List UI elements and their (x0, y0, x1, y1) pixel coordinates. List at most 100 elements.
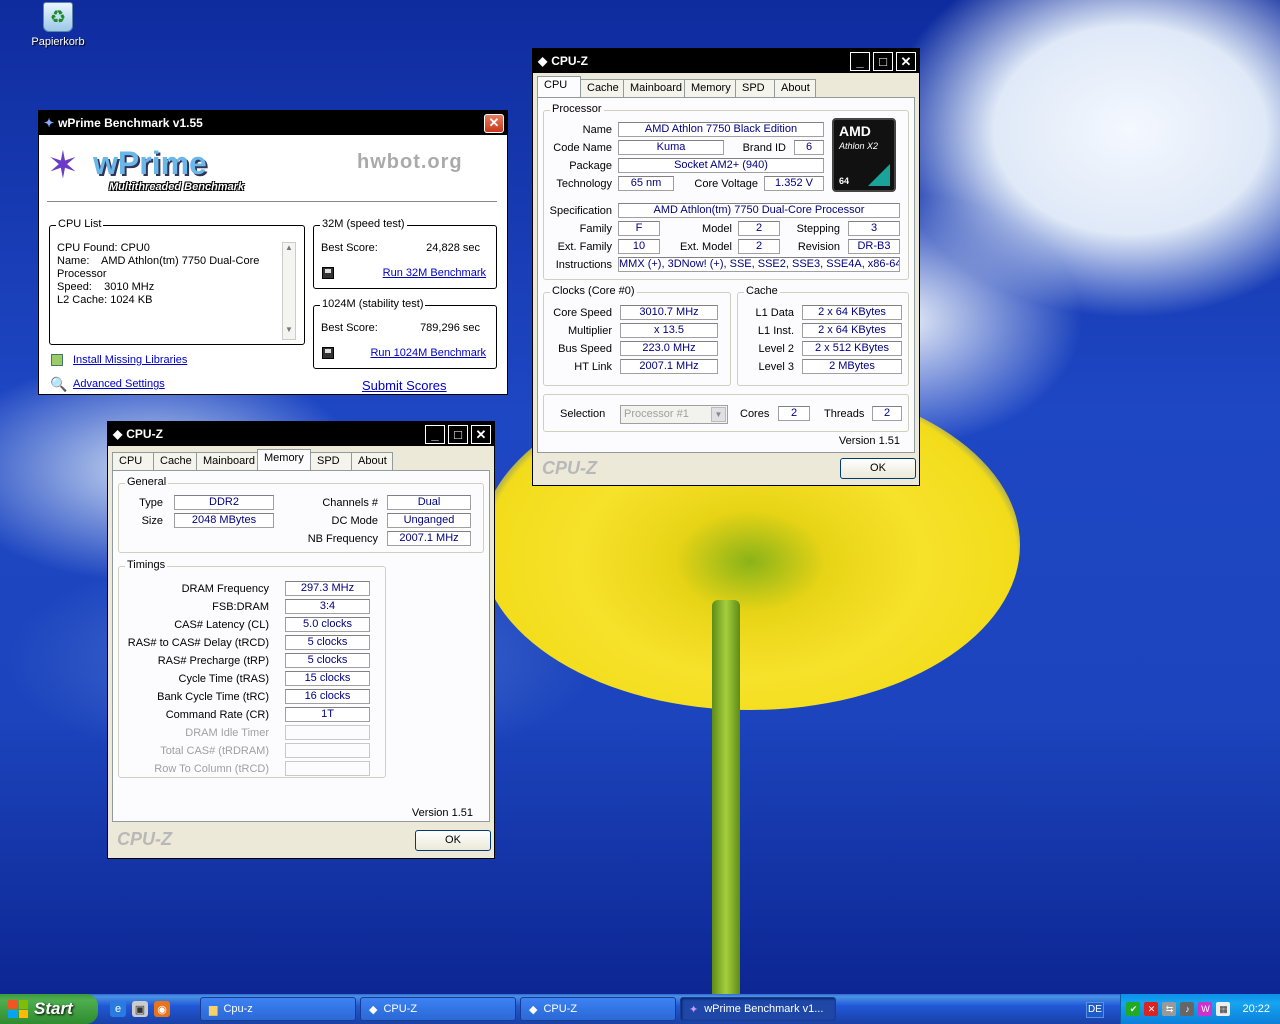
cpu-specification: AMD Athlon(tm) 7750 Dual-Core Processor (618, 203, 900, 218)
tray-network-icon[interactable]: ⇆ (1162, 1002, 1177, 1016)
settings-key-icon: 🔍 (50, 376, 68, 392)
cache-value: 2 x 64 KBytes (802, 323, 902, 338)
run-1024m-button[interactable]: Run 1024M Benchmark (370, 347, 486, 359)
task-cpu-z-2[interactable]: ◆ CPU-Z (520, 997, 676, 1021)
selection-group: Selection Processor #1 ▼ Cores 2 Threads… (543, 394, 909, 432)
timing-value: 297.3 MHz (285, 581, 370, 596)
cpuz-memory-titlebar[interactable]: ◆ CPU-Z _ □ ✕ (108, 422, 494, 446)
wprime-title: wPrime Benchmark v1.55 (58, 116, 203, 130)
desktop-icon-recycle-bin[interactable]: ♻ Papierkorb (26, 2, 90, 48)
hwbot-logo[interactable]: hwbot.org (357, 151, 463, 174)
language-indicator[interactable]: DE (1086, 1002, 1104, 1018)
tray-app-icon[interactable]: ✔ (1126, 1002, 1141, 1016)
maximize-icon[interactable]: □ (448, 424, 468, 444)
save-icon (322, 347, 334, 359)
cpuz-cpu-titlebar[interactable]: ◆ CPU-Z _ □ ✕ (533, 49, 919, 73)
wprime-window: ✦ wPrime Benchmark v1.55 ✕ ✶ wPrime Mult… (38, 110, 508, 395)
recycle-bin-icon: ♻ (43, 2, 73, 32)
task-wprime[interactable]: ✦ wPrime Benchmark v1... (680, 997, 836, 1021)
cpu-threads: 2 (872, 406, 902, 421)
save-icon (322, 267, 334, 279)
tab-mainboard[interactable]: Mainboard (623, 79, 685, 97)
maximize-icon[interactable]: □ (873, 51, 893, 71)
advanced-settings-link[interactable]: Advanced Settings (73, 378, 165, 390)
clock-value: 3010.7 MHz (620, 305, 718, 320)
system-tray: ✔ ✕ ⇆ ♪ W ▦ 20:22 (1120, 994, 1280, 1024)
scroll-down-icon[interactable]: ▼ (283, 325, 295, 339)
wprime-app-icon: ✦ (44, 116, 55, 130)
cpu-revision: DR-B3 (848, 239, 900, 254)
tab-cpu[interactable]: CPU (112, 452, 154, 470)
tab-cpu[interactable]: CPU (537, 76, 581, 97)
cpuz-logo: CPU-Z (542, 458, 597, 478)
cpuz-cpu-window: ◆ CPU-Z _ □ ✕ CPU Cache Mainboard Memory… (532, 48, 920, 486)
cpu-model: 2 (738, 221, 780, 236)
tray-calendar-icon[interactable]: ▦ (1216, 1002, 1231, 1016)
close-icon[interactable]: ✕ (471, 424, 491, 444)
cache-value: 2 x 512 KBytes (802, 341, 902, 356)
cpu-stepping: 3 (848, 221, 900, 236)
cache-group: Cache L1 Data 2 x 64 KBytes L1 Inst. 2 x… (737, 285, 909, 386)
tab-cache[interactable]: Cache (153, 452, 197, 470)
cpuz-task-icon: ◆ (369, 1003, 378, 1016)
task-cpu-z-1[interactable]: ◆ CPU-Z (360, 997, 516, 1021)
cpu-code-name: Kuma (618, 140, 724, 155)
close-icon[interactable]: ✕ (896, 51, 916, 71)
processor-group: Processor Name AMD Athlon 7750 Black Edi… (543, 103, 909, 280)
processor-select[interactable]: Processor #1 ▼ (620, 405, 728, 424)
timing-value: 5.0 clocks (285, 617, 370, 632)
tab-memory[interactable]: Memory (684, 79, 736, 97)
task-cpu-z-folder[interactable]: ▆ Cpu-z (200, 997, 356, 1021)
tab-about[interactable]: About (351, 452, 393, 470)
tab-cache[interactable]: Cache (580, 79, 624, 97)
timing-value: 16 clocks (285, 689, 370, 704)
clock[interactable]: 20:22 (1242, 1003, 1270, 1015)
test-1024m-group: 1024M (stability test) Best Score: 789,2… (313, 298, 497, 369)
wprime-titlebar[interactable]: ✦ wPrime Benchmark v1.55 ✕ (39, 111, 507, 135)
cpuz-app-icon: ◆ (538, 54, 548, 68)
minimize-icon[interactable]: _ (425, 424, 445, 444)
scroll-up-icon[interactable]: ▲ (283, 243, 295, 257)
tab-memory[interactable]: Memory (257, 449, 311, 470)
tab-spd[interactable]: SPD (310, 452, 352, 470)
minimize-icon[interactable]: _ (850, 51, 870, 71)
mem-dc-mode: Unganged (387, 513, 471, 528)
chevron-down-icon[interactable]: ▼ (711, 407, 726, 422)
mem-channels: Dual (387, 495, 471, 510)
amd-triangle-icon (868, 164, 890, 186)
tab-spd[interactable]: SPD (735, 79, 775, 97)
media-icon[interactable]: ▣ (132, 1001, 148, 1017)
wprime-divider (47, 201, 497, 202)
wprime-task-icon: ✦ (689, 1003, 699, 1016)
version-label: Version 1.51 (411, 807, 473, 819)
version-label: Version 1.51 (838, 435, 900, 447)
cpu-family: F (618, 221, 660, 236)
install-icon (51, 354, 63, 366)
ok-button[interactable]: OK (415, 830, 491, 851)
amd-athlon-x2-logo: AMD Athlon X2 64 (832, 118, 896, 192)
cpuz-task-icon: ◆ (529, 1003, 538, 1016)
test-32m-group: 32M (speed test) Best Score: 24,828 sec … (313, 218, 497, 289)
cpu-list-group: CPU List CPU Found: CPU0 Name: AMD Athlo… (49, 218, 305, 345)
tab-about[interactable]: About (774, 79, 816, 97)
firefox-icon[interactable]: ◉ (154, 1001, 170, 1017)
recycle-bin-label: Papierkorb (31, 36, 85, 48)
tray-volume-icon[interactable]: ♪ (1180, 1002, 1195, 1016)
cpu-list-scrollbar[interactable]: ▲ ▼ (282, 242, 296, 340)
tab-mainboard[interactable]: Mainboard (196, 452, 258, 470)
install-libraries-link[interactable]: Install Missing Libraries (73, 354, 187, 366)
close-icon[interactable]: ✕ (484, 113, 504, 133)
run-32m-button[interactable]: Run 32M Benchmark (383, 267, 486, 279)
mem-type: DDR2 (174, 495, 274, 510)
cache-value: 2 x 64 KBytes (802, 305, 902, 320)
cpu-panel: Processor Name AMD Athlon 7750 Black Edi… (537, 97, 915, 453)
tray-antivirus-icon[interactable]: ✕ (1144, 1002, 1159, 1016)
cpuz-logo: CPU-Z (117, 829, 172, 849)
cpuz-cpu-tabs: CPU Cache Mainboard Memory SPD About (537, 76, 816, 97)
start-button[interactable]: Start (0, 994, 98, 1024)
cpu-ext-family: 10 (618, 239, 660, 254)
submit-scores-link[interactable]: Submit Scores (362, 378, 447, 393)
tray-wifi-icon[interactable]: W (1198, 1002, 1213, 1016)
ie-icon[interactable]: e (110, 1001, 126, 1017)
ok-button[interactable]: OK (840, 458, 916, 479)
